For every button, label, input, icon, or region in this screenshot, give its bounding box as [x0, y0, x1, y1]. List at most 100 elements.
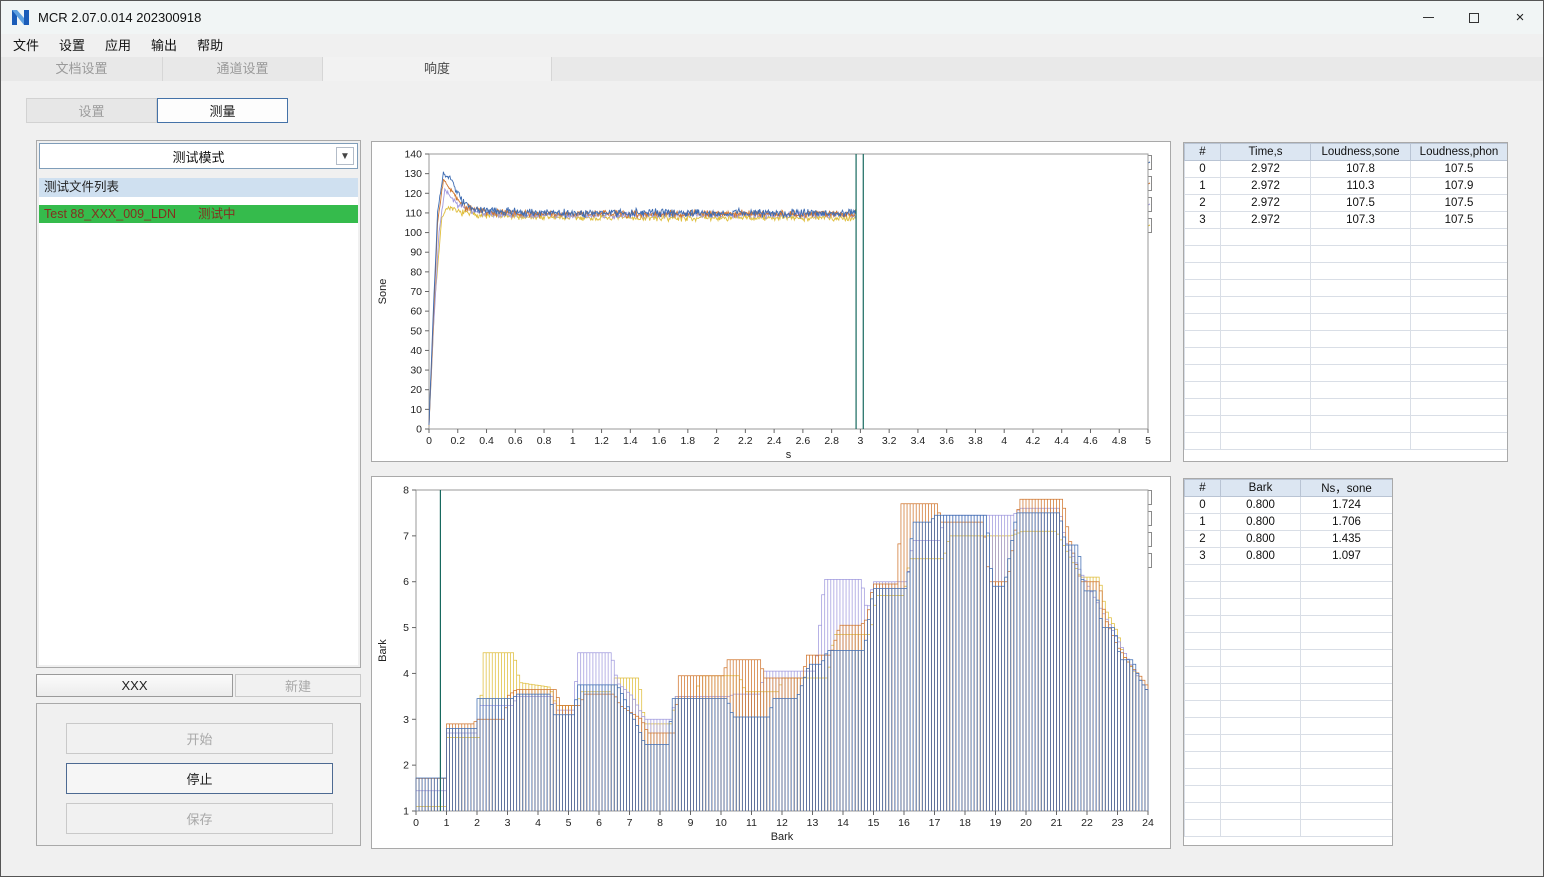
table-row[interactable]: 3 0.800 1.097: [1184, 547, 1392, 565]
svg-text:18: 18: [959, 817, 971, 829]
file-list-header: 测试文件列表: [39, 178, 358, 197]
svg-text:1: 1: [403, 806, 409, 818]
table-row[interactable]: [1184, 819, 1392, 837]
column-header[interactable]: #: [1184, 479, 1221, 497]
table-row[interactable]: 2 0.800 1.435: [1184, 530, 1392, 548]
table-row[interactable]: [1184, 700, 1392, 718]
table-row[interactable]: [1184, 398, 1507, 416]
svg-text:10: 10: [410, 404, 422, 416]
table-row[interactable]: [1184, 615, 1392, 633]
table-row[interactable]: 1 0.800 1.706: [1184, 513, 1392, 531]
table-cell: 0.800: [1220, 547, 1301, 565]
svg-text:20: 20: [410, 384, 422, 396]
table-row[interactable]: 3 2.972 107.3 107.5: [1184, 211, 1507, 229]
table-cell: [1220, 398, 1311, 416]
table-row[interactable]: [1184, 415, 1507, 433]
table-row[interactable]: [1184, 564, 1392, 582]
maximize-button[interactable]: [1451, 1, 1497, 34]
svg-text:14: 14: [837, 817, 849, 829]
svg-text:3.6: 3.6: [939, 435, 954, 447]
svg-text:0.4: 0.4: [479, 435, 494, 447]
table-cell: [1220, 364, 1311, 382]
tab-1[interactable]: 通道设置: [163, 57, 323, 81]
table-row[interactable]: [1184, 228, 1507, 246]
table-row[interactable]: [1184, 598, 1392, 616]
table-cell: [1220, 581, 1301, 599]
svg-text:30: 30: [410, 365, 422, 377]
chevron-down-icon[interactable]: ▼: [336, 147, 354, 165]
column-header[interactable]: Time,s: [1220, 143, 1311, 161]
table-cell: 107.8: [1310, 160, 1411, 178]
svg-text:2.6: 2.6: [796, 435, 811, 447]
column-header[interactable]: Loudness,sone: [1310, 143, 1411, 161]
table-row[interactable]: 0 2.972 107.8 107.5: [1184, 160, 1507, 178]
table-cell: [1410, 330, 1507, 348]
table-row[interactable]: [1184, 717, 1392, 735]
table-row[interactable]: [1184, 381, 1507, 399]
subtab-measure[interactable]: 测量: [157, 98, 288, 123]
table-row[interactable]: [1184, 432, 1507, 450]
table-cell: [1184, 381, 1221, 399]
test-file-item[interactable]: Test 88_XXX_009_LDN 测试中: [39, 205, 358, 223]
svg-text:24: 24: [1142, 817, 1154, 829]
table-row[interactable]: [1184, 330, 1507, 348]
column-header[interactable]: Bark: [1220, 479, 1301, 497]
save-button[interactable]: 保存: [66, 803, 333, 834]
table-row[interactable]: [1184, 666, 1392, 684]
new-button[interactable]: 新建: [235, 674, 361, 697]
menu-item-1[interactable]: 设置: [49, 34, 95, 57]
table-cell: [1184, 245, 1221, 263]
table-cell: 1: [1184, 177, 1221, 195]
table-row[interactable]: 1 2.972 110.3 107.9: [1184, 177, 1507, 195]
close-button[interactable]: ×: [1497, 1, 1543, 34]
table-row[interactable]: [1184, 347, 1507, 365]
test-mode-select[interactable]: 测试模式 ▼: [39, 143, 358, 169]
subtab-settings[interactable]: 设置: [26, 98, 157, 123]
table-cell: 2: [1184, 194, 1221, 212]
stop-button[interactable]: 停止: [66, 763, 333, 794]
svg-text:6: 6: [596, 817, 602, 829]
minimize-button[interactable]: [1405, 1, 1451, 34]
table-row[interactable]: [1184, 262, 1507, 280]
menu-item-2[interactable]: 应用: [95, 34, 141, 57]
table-row[interactable]: [1184, 245, 1507, 263]
table-row[interactable]: [1184, 632, 1392, 650]
table-row[interactable]: [1184, 364, 1507, 382]
menu-item-4[interactable]: 帮助: [187, 34, 233, 57]
table-row[interactable]: 0 0.800 1.724: [1184, 496, 1392, 514]
menu-item-3[interactable]: 输出: [141, 34, 187, 57]
svg-text:40: 40: [410, 345, 422, 357]
table-row[interactable]: [1184, 751, 1392, 769]
table-cell: 107.5: [1410, 160, 1507, 178]
table-row[interactable]: 2 2.972 107.5 107.5: [1184, 194, 1507, 212]
table-row[interactable]: [1184, 734, 1392, 752]
table-row[interactable]: [1184, 683, 1392, 701]
column-header[interactable]: #: [1184, 143, 1221, 161]
start-button[interactable]: 开始: [66, 723, 333, 754]
table-row[interactable]: [1184, 296, 1507, 314]
table-cell: [1220, 666, 1301, 684]
table-row[interactable]: [1184, 313, 1507, 331]
table-row[interactable]: [1184, 768, 1392, 786]
table-cell: [1300, 666, 1392, 684]
tab-2[interactable]: 响度: [323, 57, 552, 81]
table-row[interactable]: [1184, 581, 1392, 599]
table-cell: [1220, 330, 1311, 348]
table-row[interactable]: [1184, 785, 1392, 803]
column-header[interactable]: Loudness,phon: [1410, 143, 1507, 161]
table-row[interactable]: [1184, 802, 1392, 820]
table-cell: 0: [1184, 496, 1221, 514]
column-header[interactable]: Ns，sone: [1300, 479, 1392, 497]
xxx-button[interactable]: XXX: [36, 674, 233, 697]
table-row[interactable]: [1184, 649, 1392, 667]
table-cell: [1410, 415, 1507, 433]
window-controls: ×: [1405, 1, 1543, 34]
svg-text:3: 3: [505, 817, 511, 829]
tab-0[interactable]: 文档设置: [1, 57, 163, 81]
titlebar: MCR 2.07.0.014 202300918 ×: [1, 1, 1543, 34]
table-cell: [1184, 632, 1221, 650]
svg-text:4.4: 4.4: [1054, 435, 1069, 447]
table-row[interactable]: [1184, 279, 1507, 297]
menu-item-0[interactable]: 文件: [3, 34, 49, 57]
svg-text:1: 1: [444, 817, 450, 829]
